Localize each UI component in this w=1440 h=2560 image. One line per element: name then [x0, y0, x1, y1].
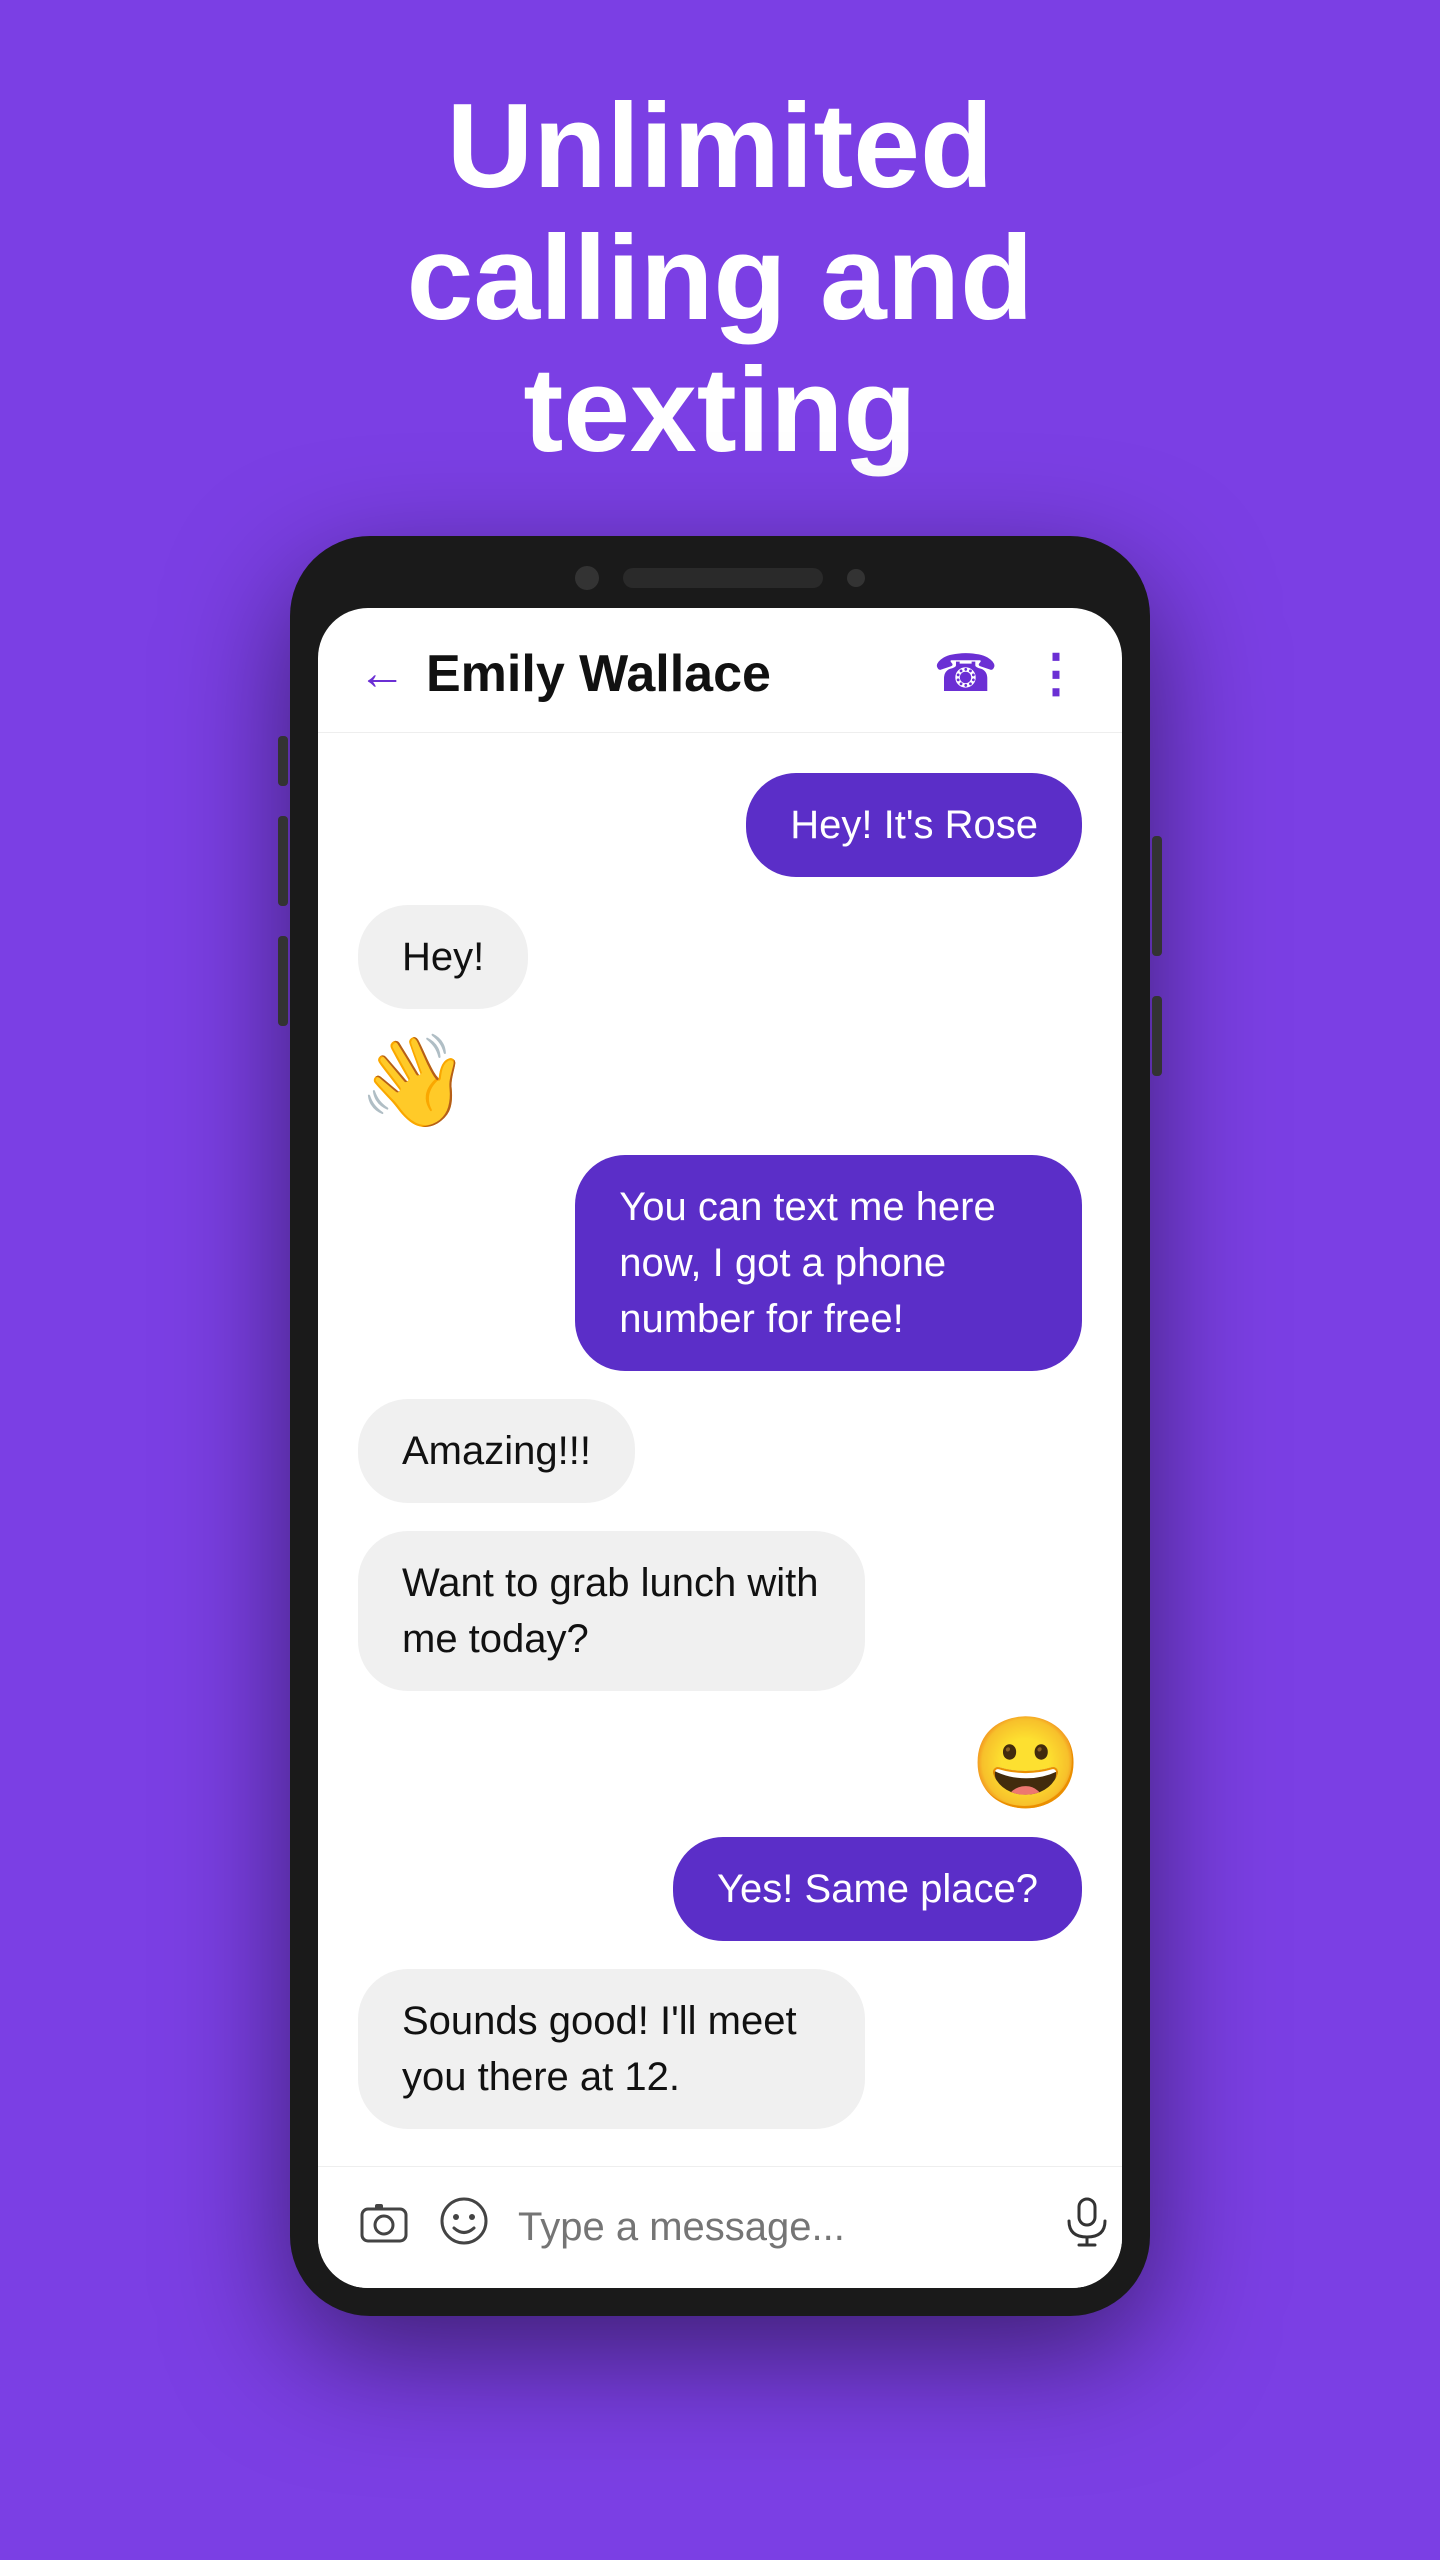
message-sent-1: Hey! It's Rose: [746, 773, 1082, 877]
message-input[interactable]: [518, 2205, 1033, 2250]
call-button[interactable]: ☎: [933, 644, 998, 704]
power-button: [1152, 836, 1162, 956]
mute-button: [278, 736, 288, 786]
message-emoji-3: 👋: [358, 1037, 470, 1127]
phone-top-bar: [318, 566, 1122, 590]
chat-input-bar: [318, 2166, 1122, 2288]
message-received-2: Hey!: [358, 905, 528, 1009]
side-button2: [1152, 996, 1162, 1076]
emoji-input-icon[interactable]: [438, 2195, 490, 2260]
message-sent-4: You can text me here now, I got a phone …: [575, 1155, 1082, 1371]
contact-name: Emily Wallace: [426, 644, 913, 704]
camera-icon[interactable]: [358, 2195, 410, 2260]
messages-area: Hey! It's Rose Hey! 👋 You can text me he…: [318, 733, 1122, 2166]
message-emoji-7: 😀: [970, 1719, 1082, 1809]
sensor: [847, 569, 865, 587]
headline-line1: Unlimited: [447, 79, 994, 213]
phone-device: ← Emily Wallace ☎ ⋮ Hey! It's Rose Hey! …: [290, 536, 1150, 2316]
message-received-9: Sounds good! I'll meet you there at 12.: [358, 1969, 865, 2129]
message-received-5: Amazing!!!: [358, 1399, 635, 1503]
page-headline: Unlimited calling and texting: [327, 80, 1114, 476]
message-sent-8: Yes! Same place?: [673, 1837, 1082, 1941]
speaker: [623, 568, 823, 588]
message-received-6: Want to grab lunch with me today?: [358, 1531, 865, 1691]
mic-icon[interactable]: [1061, 2195, 1113, 2260]
more-options-button[interactable]: ⋮: [1030, 644, 1082, 704]
chat-header: ← Emily Wallace ☎ ⋮: [318, 608, 1122, 733]
volume-up-button: [278, 816, 288, 906]
headline-line2: calling and: [407, 211, 1034, 345]
header-icons: ☎ ⋮: [933, 644, 1082, 704]
front-camera: [575, 566, 599, 590]
headline-line3: texting: [523, 343, 916, 477]
phone-screen: ← Emily Wallace ☎ ⋮ Hey! It's Rose Hey! …: [318, 608, 1122, 2288]
volume-down-button: [278, 936, 288, 1026]
back-button[interactable]: ←: [358, 650, 406, 698]
